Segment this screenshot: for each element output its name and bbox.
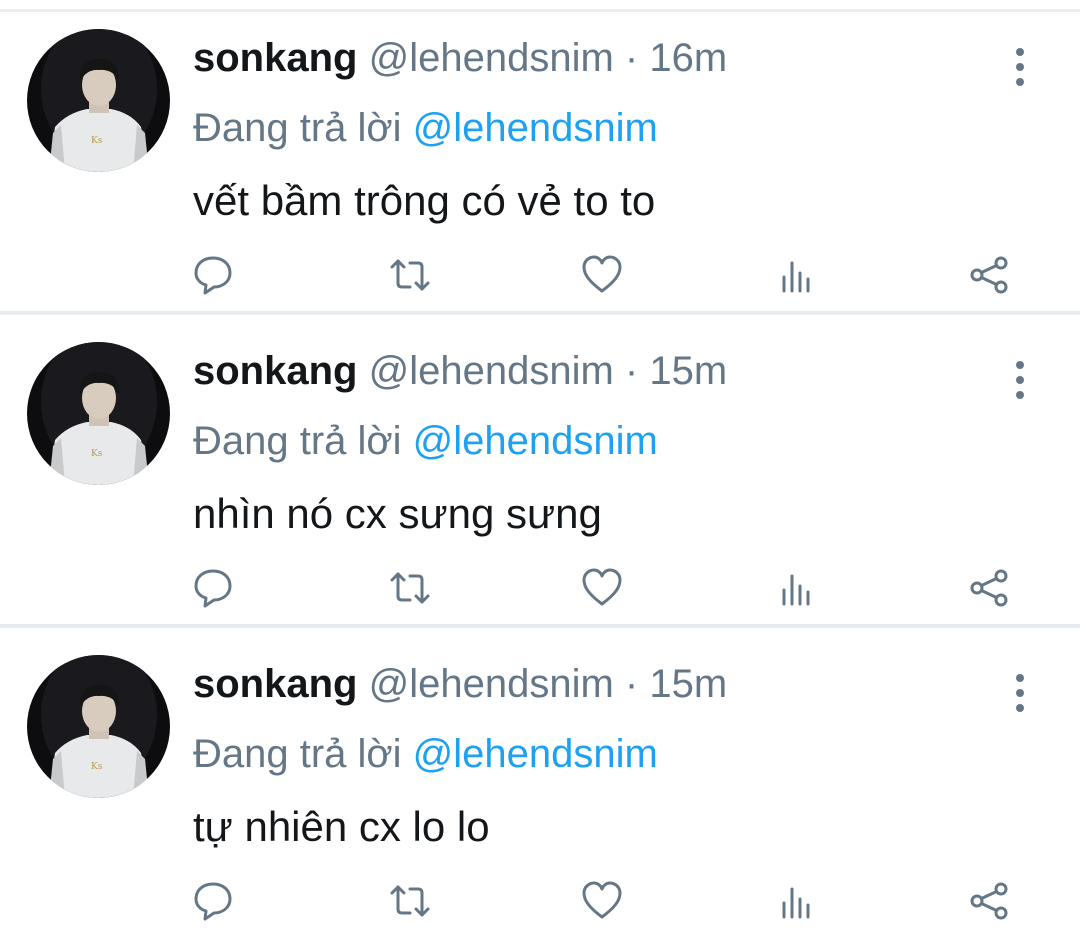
svg-text:Ks: Ks xyxy=(91,449,103,459)
analytics-button[interactable] xyxy=(766,558,826,618)
more-vertical-icon[interactable] xyxy=(1005,668,1035,718)
reply-prefix: Đang trả lời xyxy=(193,419,402,463)
tweet-text: nhìn nó cx sưng sưng xyxy=(193,490,602,537)
svg-text:Ks: Ks xyxy=(91,762,103,772)
retweet-button[interactable] xyxy=(380,558,440,618)
analytics-button[interactable] xyxy=(766,871,826,931)
share-button[interactable] xyxy=(959,871,1019,931)
avatar[interactable]: Ks xyxy=(27,655,170,798)
reply-button[interactable] xyxy=(183,245,243,305)
display-name[interactable]: sonkang xyxy=(193,349,357,393)
share-icon xyxy=(970,256,1008,294)
tweet-text: tự nhiên cx lo lo xyxy=(193,803,490,850)
user-handle[interactable]: @lehendsnim xyxy=(369,36,614,80)
separator-dot: · xyxy=(624,662,639,706)
analytics-button[interactable] xyxy=(766,245,826,305)
svg-text:Ks: Ks xyxy=(91,136,103,146)
reply-handle-link[interactable]: @lehendsnim xyxy=(413,732,658,776)
reply-bubble-icon xyxy=(194,882,232,921)
share-button[interactable] xyxy=(959,558,1019,618)
like-button[interactable] xyxy=(572,558,632,618)
tweet-divider xyxy=(0,624,1080,628)
heart-icon xyxy=(582,255,622,293)
separator-dot: · xyxy=(624,349,639,393)
replying-to: Đang trả lời @lehendsnim xyxy=(193,417,658,465)
analytics-icon xyxy=(782,574,810,606)
heart-icon xyxy=(582,881,622,919)
like-button[interactable] xyxy=(572,871,632,931)
tweet[interactable]: Ks sonkang @lehendsnim · 15m Đang trả lờ… xyxy=(0,638,1080,941)
share-button[interactable] xyxy=(959,245,1019,305)
tweet-divider xyxy=(0,311,1080,315)
retweet-button[interactable] xyxy=(380,245,440,305)
analytics-icon xyxy=(782,261,810,293)
replying-to: Đang trả lời @lehendsnim xyxy=(193,104,658,152)
reply-handle-link[interactable]: @lehendsnim xyxy=(413,419,658,463)
retweet-button[interactable] xyxy=(380,871,440,931)
more-vertical-icon[interactable] xyxy=(1005,42,1035,92)
replying-to: Đang trả lời @lehendsnim xyxy=(193,730,658,778)
tweet-header: sonkang @lehendsnim · 16m xyxy=(193,34,727,82)
more-vertical-icon[interactable] xyxy=(1005,355,1035,405)
timestamp[interactable]: 15m xyxy=(649,349,727,393)
timestamp[interactable]: 15m xyxy=(649,662,727,706)
reply-bubble-icon xyxy=(194,256,232,295)
reply-handle-link[interactable]: @lehendsnim xyxy=(413,106,658,150)
share-icon xyxy=(970,882,1008,920)
tweet[interactable]: Ks sonkang @lehendsnim · 15m Đang trả lờ… xyxy=(0,325,1080,628)
retweet-icon xyxy=(390,259,430,291)
tweet-header: sonkang @lehendsnim · 15m xyxy=(193,347,727,395)
tweet[interactable]: Ks sonkang @lehendsnim · 16m Đang trả lờ… xyxy=(0,12,1080,315)
timestamp[interactable]: 16m xyxy=(649,36,727,80)
analytics-icon xyxy=(782,887,810,919)
avatar[interactable]: Ks xyxy=(27,29,170,172)
display-name[interactable]: sonkang xyxy=(193,36,357,80)
display-name[interactable]: sonkang xyxy=(193,662,357,706)
separator-dot: · xyxy=(624,36,639,80)
avatar[interactable]: Ks xyxy=(27,342,170,485)
user-handle[interactable]: @lehendsnim xyxy=(369,349,614,393)
reply-button[interactable] xyxy=(183,871,243,931)
reply-prefix: Đang trả lời xyxy=(193,106,402,150)
retweet-icon xyxy=(390,885,430,917)
reply-prefix: Đang trả lời xyxy=(193,732,402,776)
reply-bubble-icon xyxy=(194,569,232,608)
retweet-icon xyxy=(390,572,430,604)
tweet-header: sonkang @lehendsnim · 15m xyxy=(193,660,727,708)
user-handle[interactable]: @lehendsnim xyxy=(369,662,614,706)
reply-button[interactable] xyxy=(183,558,243,618)
like-button[interactable] xyxy=(572,245,632,305)
tweet-text: vết bầm trông có vẻ to to xyxy=(193,177,656,224)
share-icon xyxy=(970,569,1008,607)
heart-icon xyxy=(582,568,622,606)
